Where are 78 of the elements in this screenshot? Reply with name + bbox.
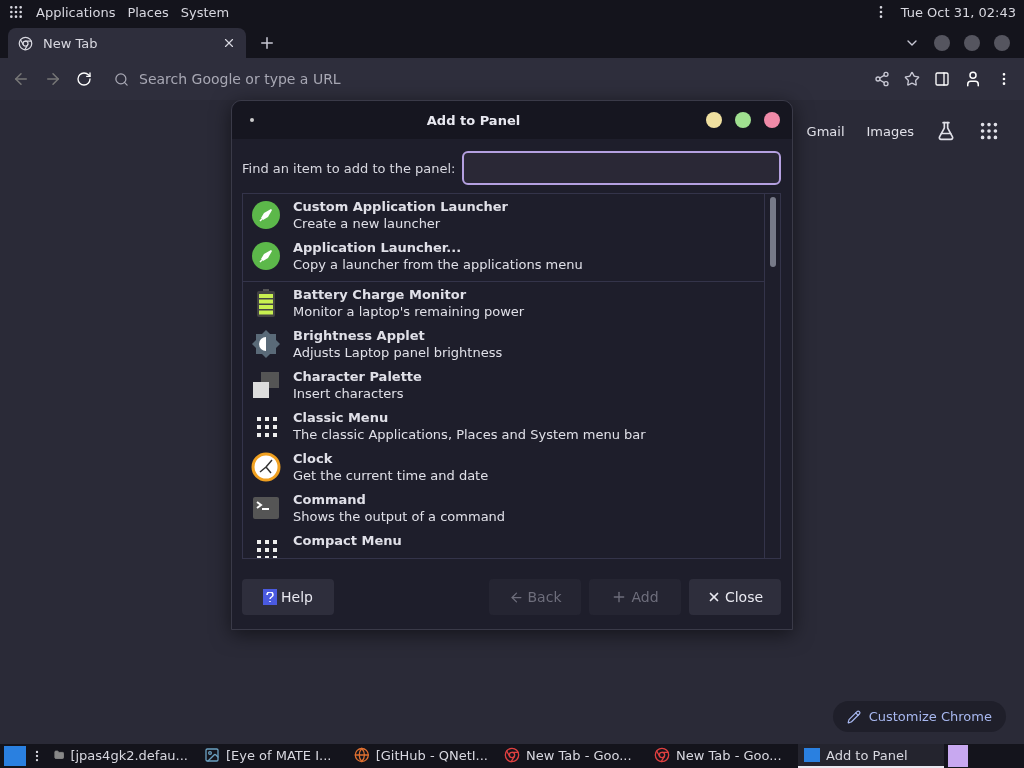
- clock-icon: [251, 452, 281, 482]
- minimize-icon[interactable]: [706, 112, 722, 128]
- close-icon[interactable]: [222, 36, 236, 50]
- reload-icon[interactable]: [76, 71, 92, 87]
- clock-text: Tue Oct 31, 02:43: [900, 4, 1016, 20]
- panel-item[interactable]: Brightness Applet Adjusts Laptop panel brightness: [243, 324, 764, 365]
- header-link[interactable]: Gmail: [806, 123, 845, 139]
- taskbar-item[interactable]: Add to Panel: [798, 744, 944, 768]
- globe-icon: [354, 747, 370, 763]
- panel-item[interactable]: Character Palette Insert characters: [243, 365, 764, 406]
- panel-item[interactable]: Custom Application Launcher Create a new launcher: [243, 195, 764, 236]
- flask-icon[interactable]: [936, 121, 956, 141]
- window-control-icon[interactable]: [934, 35, 950, 51]
- item-name: Compact Menu: [293, 532, 402, 549]
- image-icon: [204, 747, 220, 763]
- item-description: Adjusts Laptop panel brightness: [293, 344, 503, 361]
- back-icon[interactable]: [12, 70, 30, 88]
- help-button[interactable]: Help: [242, 579, 334, 615]
- window-control-icon[interactable]: [964, 35, 980, 51]
- side-panel-icon[interactable]: [934, 71, 950, 87]
- new-tab-icon[interactable]: [258, 34, 276, 52]
- forward-icon[interactable]: [44, 70, 62, 88]
- customize-chrome-button[interactable]: Customize Chrome: [832, 701, 1006, 732]
- address-placeholder: Search Google or type a URL: [139, 71, 341, 87]
- panel-item[interactable]: Classic Menu The classic Applications, Places and System menu bar: [243, 406, 764, 447]
- header-link[interactable]: Images: [866, 123, 914, 139]
- panel-item[interactable]: Clock Get the current time and date: [243, 447, 764, 488]
- window-control-icon[interactable]: [994, 35, 1010, 51]
- search-field[interactable]: [461, 151, 781, 185]
- profile-icon[interactable]: [964, 70, 982, 88]
- item-name: Classic Menu: [293, 409, 390, 426]
- item-description: Monitor a laptop's remaining power: [293, 303, 525, 320]
- item-name: Command: [293, 491, 367, 508]
- chrome-icon: [654, 747, 670, 763]
- panel-item[interactable]: Application Launcher... Copy a launcher from the applications menu: [243, 236, 764, 277]
- chrome-icon: [18, 35, 33, 51]
- brightness-icon: [251, 329, 281, 359]
- item-description: Insert characters: [293, 385, 405, 402]
- taskbar-item[interactable]: [GitHub - QNetI...: [348, 744, 494, 768]
- item-name: Application Launcher...: [293, 239, 463, 256]
- item-description: Copy a launcher from the applications menu: [293, 256, 583, 273]
- panel-item[interactable]: Battery Charge Monitor Monitor a laptop's remaining power: [243, 283, 764, 324]
- maximize-icon[interactable]: [735, 112, 751, 128]
- taskbar-item[interactable]: [jpas4gk2.defau...: [48, 744, 194, 768]
- taskbar-item[interactable]: New Tab - Goo...: [498, 744, 644, 768]
- window-menu-icon[interactable]: [250, 118, 254, 122]
- chrome-icon: [504, 747, 520, 763]
- panel-menu[interactable]: System: [180, 4, 230, 20]
- scrollbar-thumb[interactable]: [769, 197, 776, 267]
- panel-item[interactable]: Command Shows the output of a command: [243, 488, 764, 529]
- star-icon[interactable]: [904, 71, 920, 87]
- item-description: Create a new launcher: [293, 215, 442, 232]
- panel-item[interactable]: Compact Menu: [243, 529, 764, 558]
- taskbar-item[interactable]: [Eye of MATE I...: [198, 744, 344, 768]
- item-name: Battery Charge Monitor: [293, 286, 468, 303]
- taskbar-item[interactable]: New Tab - Goo...: [648, 744, 794, 768]
- item-description: The classic Applications, Places and System menu bar: [293, 426, 646, 443]
- share-icon[interactable]: [874, 71, 890, 87]
- search-icon: [114, 71, 129, 87]
- close-icon[interactable]: [764, 112, 780, 128]
- panel-menu[interactable]: Places: [127, 4, 169, 20]
- panel-menu[interactable]: Applications: [36, 4, 116, 20]
- item-name: Character Palette: [293, 368, 422, 385]
- apps-grid-icon[interactable]: [978, 120, 1000, 142]
- dialog-title: Add to Panel: [425, 112, 522, 128]
- browser-tab[interactable]: New Tab: [8, 28, 246, 58]
- character-palette-icon: [251, 370, 281, 400]
- pencil-icon: [846, 709, 861, 724]
- close-button[interactable]: Close: [689, 579, 781, 615]
- help-icon: [263, 589, 278, 605]
- window-icon: [804, 748, 820, 762]
- item-name: Custom Application Launcher: [293, 198, 508, 215]
- item-description: Get the current time and date: [293, 467, 489, 484]
- search-label: Find an item to add to the panel:: [242, 160, 456, 176]
- apps-grid-icon[interactable]: [8, 4, 24, 20]
- item-name: Brightness Applet: [293, 327, 426, 344]
- item-name: Clock: [293, 450, 334, 467]
- item-description: Shows the output of a command: [293, 508, 506, 525]
